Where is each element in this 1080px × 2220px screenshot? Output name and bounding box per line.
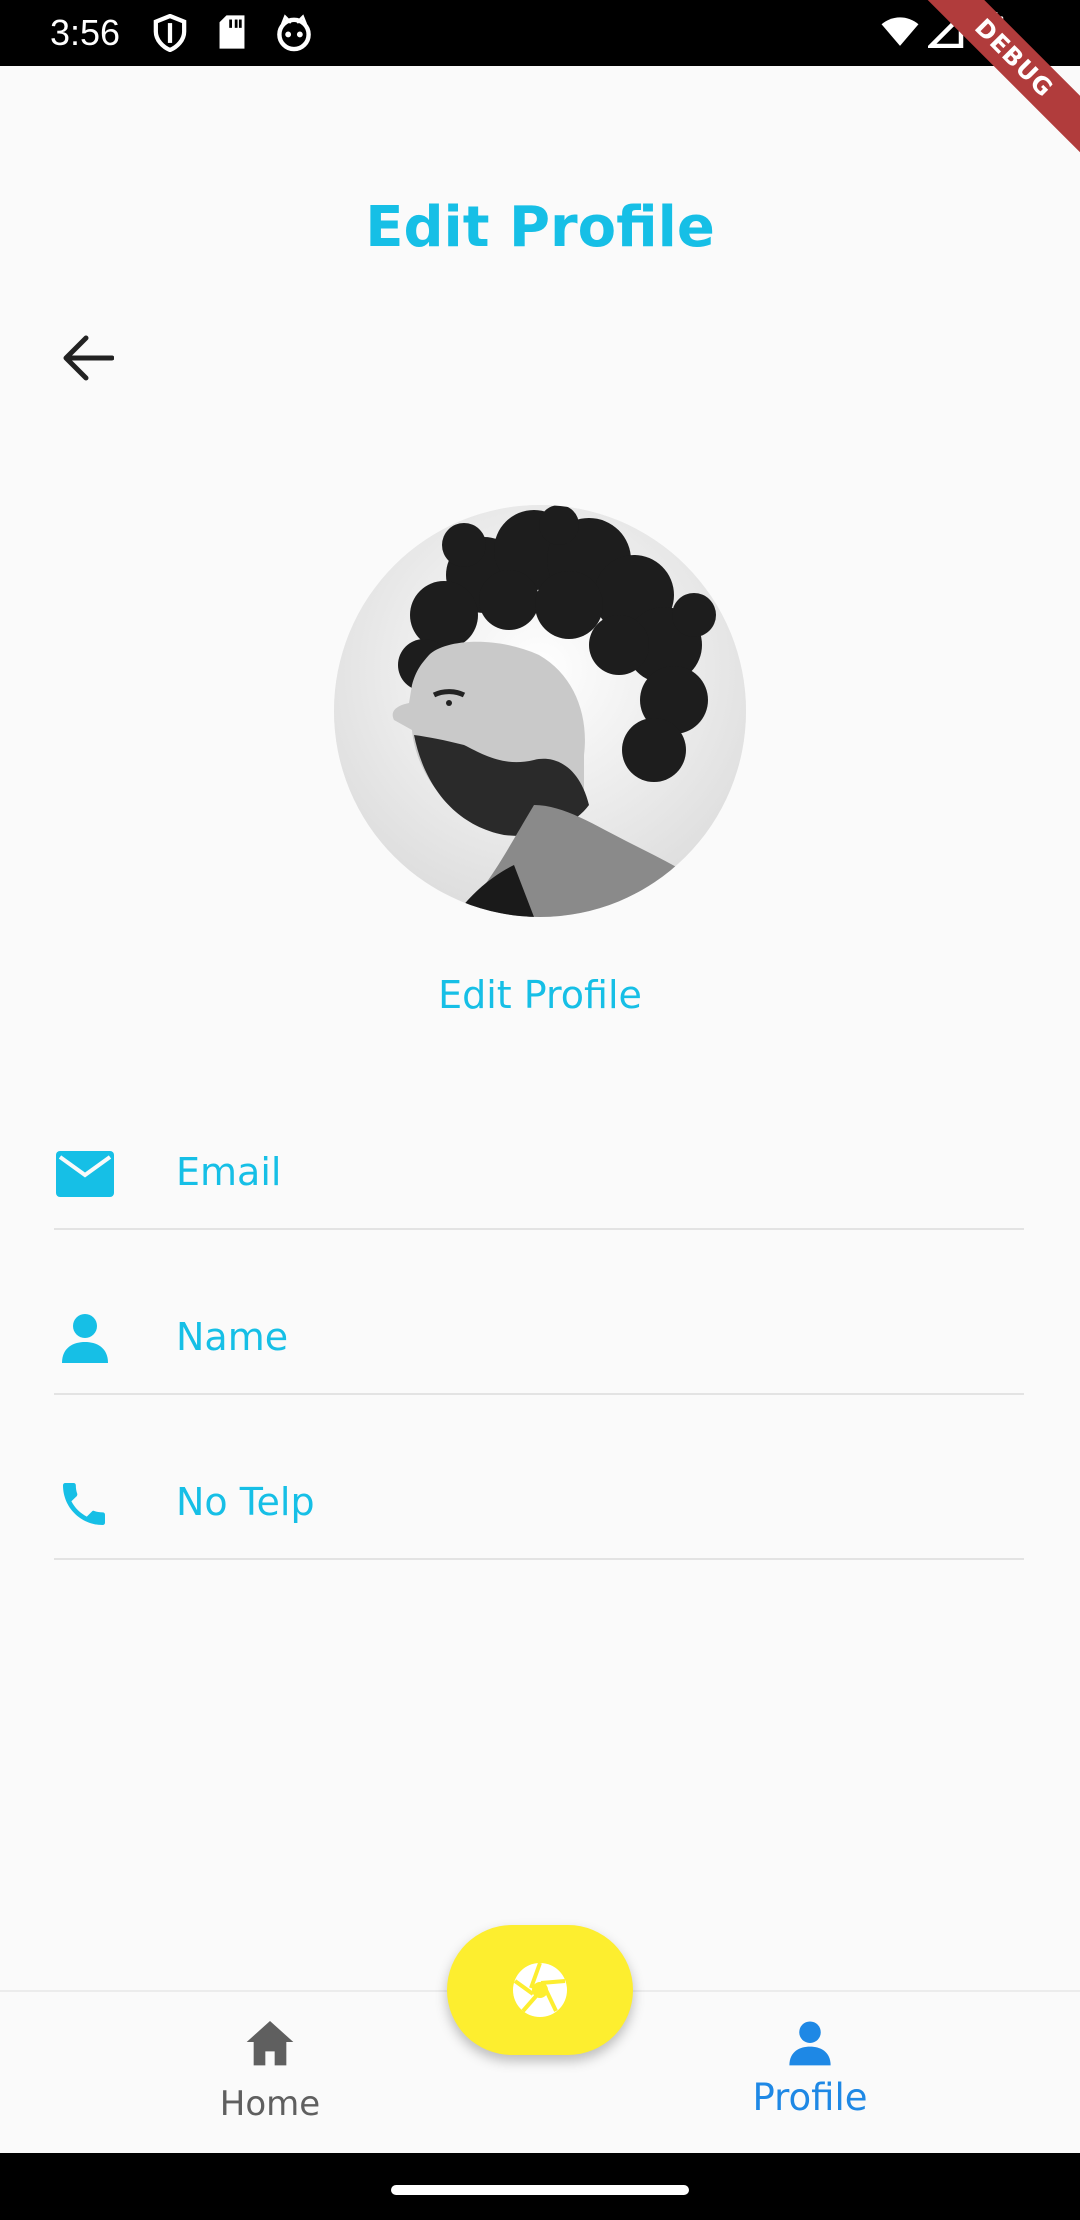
profile-photo xyxy=(334,505,746,917)
camera-fab-button[interactable] xyxy=(447,1925,633,2055)
nav-label-profile: Profile xyxy=(752,2076,868,2119)
phone-field[interactable]: No Telp xyxy=(54,1438,1024,1560)
name-field[interactable]: Name xyxy=(54,1273,1024,1395)
shield-icon xyxy=(153,13,187,56)
phone-label: No Telp xyxy=(176,1480,315,1524)
status-time: 3:56 xyxy=(50,12,121,53)
edit-profile-screen: 3:56 DEBUG Edit Profile Edit Profile Ema… xyxy=(0,0,1080,2220)
email-label: Email xyxy=(176,1150,282,1194)
mail-icon xyxy=(56,1151,114,1201)
page-title: Edit Profile xyxy=(365,195,715,260)
home-gesture-pill[interactable] xyxy=(391,2185,689,2195)
cat-icon xyxy=(275,14,313,56)
name-label: Name xyxy=(176,1315,289,1359)
nav-item-profile[interactable]: Profile xyxy=(710,1992,910,2155)
avatar[interactable] xyxy=(334,505,746,917)
edit-profile-link[interactable]: Edit Profile xyxy=(0,973,1080,1017)
status-bar: 3:56 xyxy=(0,0,1080,66)
nav-item-home[interactable]: Home xyxy=(170,1992,370,2155)
wifi-icon xyxy=(880,16,920,52)
arrow-back-icon xyxy=(63,335,114,381)
home-icon xyxy=(246,2021,294,2066)
nav-label-home: Home xyxy=(219,2084,321,2124)
person-icon xyxy=(789,2021,831,2066)
email-field[interactable]: Email xyxy=(54,1108,1024,1230)
sd-card-icon xyxy=(218,14,246,54)
camera-shutter-icon xyxy=(513,1962,567,2017)
system-navigation-bar xyxy=(0,2153,1080,2220)
phone-icon xyxy=(56,1476,112,1536)
back-button[interactable] xyxy=(52,322,124,394)
person-icon xyxy=(56,1313,114,1367)
